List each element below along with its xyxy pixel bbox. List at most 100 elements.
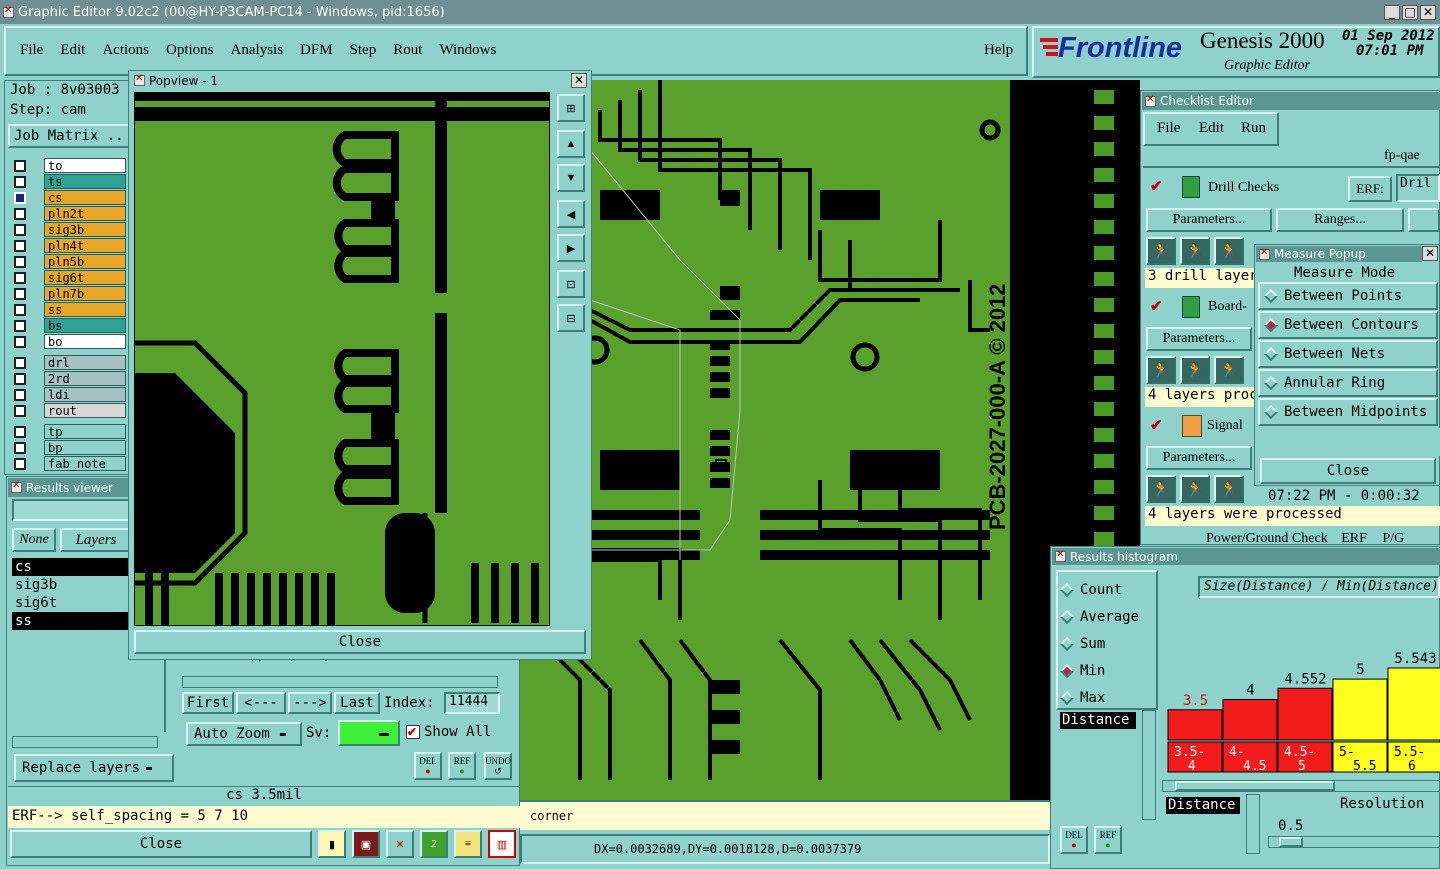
layer-checkbox[interactable] (14, 207, 26, 220)
layer-name[interactable]: ts (44, 174, 126, 189)
run-icon[interactable]: 🏃 (1180, 475, 1210, 503)
close-icon[interactable]: ✕ (1420, 5, 1436, 20)
menu-file[interactable]: File (20, 42, 43, 59)
sv-color-dropdown[interactable]: ▬ (338, 720, 400, 746)
layer-checkbox[interactable] (14, 239, 26, 252)
stat-option-max[interactable]: Max (1059, 684, 1156, 711)
run-icon[interactable]: 🏃 (1214, 475, 1244, 503)
measure-option-annular-ring[interactable]: Annular Ring (1258, 369, 1438, 397)
layer-row-cs[interactable]: cs (12, 190, 126, 205)
checklist-menu-run[interactable]: Run (1241, 120, 1266, 137)
checklist-item-drill[interactable]: Drill Checks (1208, 180, 1279, 196)
layer-row-pln4t[interactable]: pln4t (12, 238, 126, 253)
layer-name[interactable]: cs (44, 190, 126, 205)
results-layer-item[interactable]: ss (12, 612, 130, 630)
results-layer-item[interactable]: cs (12, 558, 130, 576)
run-icon[interactable]: 🏃 (1146, 356, 1176, 384)
results-viewer-filter-field[interactable] (12, 499, 130, 521)
layer-name[interactable]: pln2t (44, 206, 126, 221)
last-button[interactable]: Last (334, 692, 380, 714)
results-layer-item[interactable]: sig6t (12, 594, 130, 612)
layer-row-sig3b[interactable]: sig3b (12, 222, 126, 237)
histogram-list-scrollbar[interactable] (1142, 710, 1156, 820)
erf-value-field[interactable]: Dril (1396, 174, 1440, 202)
layer-checkbox[interactable] (14, 372, 26, 385)
layer-name[interactable]: tp (44, 424, 126, 439)
layer-row-tp[interactable]: tp (12, 424, 126, 439)
layer-name[interactable]: fab_note (44, 456, 126, 471)
popview-close-icon[interactable]: ✕ (571, 73, 587, 88)
layer-checkbox[interactable] (14, 271, 26, 284)
next-button[interactable]: ---> (288, 692, 332, 714)
histogram-bar[interactable] (1332, 678, 1388, 741)
menu-rout[interactable]: Rout (393, 42, 422, 59)
layer-row-drl[interactable]: drl (12, 355, 126, 370)
resolution-slider-thumb[interactable] (1279, 837, 1303, 847)
histogram-list-item[interactable]: Distance (1060, 712, 1136, 729)
layer-checkbox[interactable] (14, 255, 26, 268)
layer-row-2rd[interactable]: 2rd (12, 371, 126, 386)
resolution-slider[interactable] (1268, 836, 1440, 848)
checkmark-icon[interactable]: ✔ (1150, 297, 1163, 316)
layer-row-rout[interactable]: rout (12, 403, 126, 418)
checkmark-icon[interactable]: ✔ (1150, 416, 1163, 435)
checklist-menu-edit[interactable]: Edit (1199, 120, 1224, 137)
pan-right-icon[interactable]: ▶ (557, 234, 585, 262)
layer-name[interactable]: pln5b (44, 254, 126, 269)
run-icon[interactable]: 🏃 (1180, 237, 1210, 265)
replace-layers-dropdown[interactable]: Replace layers ▬ (14, 754, 174, 782)
measure-option-between-points[interactable]: Between Points (1258, 282, 1438, 310)
checkmark-icon[interactable]: ✔ (1150, 177, 1163, 196)
notes-icon[interactable]: ≡ (454, 830, 482, 858)
layer-name[interactable]: pln4t (44, 238, 126, 253)
layer-checkbox[interactable] (14, 441, 26, 454)
histogram-scrollbar[interactable] (1162, 780, 1440, 792)
layer-name[interactable]: to (44, 158, 126, 173)
histogram-bar[interactable] (1222, 699, 1278, 741)
layer-name[interactable]: sig3b (44, 222, 126, 237)
zoom-fit-icon[interactable]: ⊡ (557, 270, 585, 298)
layer-name[interactable]: ldi (44, 387, 126, 402)
zoom-out-icon[interactable]: ⊟ (557, 304, 585, 332)
graphic-canvas[interactable]: PCB-2027-000-A © 2012 (520, 80, 1010, 800)
layer-name[interactable]: pln7b (44, 286, 126, 301)
job-matrix-button[interactable]: Job Matrix .. (8, 124, 132, 148)
layer-row-to[interactable]: to (12, 158, 126, 173)
measure-option-between-midpoints[interactable]: Between Midpoints (1258, 398, 1438, 426)
run-icon[interactable]: 🏃 (1146, 475, 1176, 503)
tool-icon-3[interactable]: ✕ (386, 830, 414, 858)
layer-row-pln5b[interactable]: pln5b (12, 254, 126, 269)
stat-option-sum[interactable]: Sum (1059, 630, 1156, 657)
ref-button[interactable]: REF ● (448, 752, 476, 780)
pan-left-icon[interactable]: ◀ (557, 200, 585, 228)
histogram-bar[interactable] (1277, 687, 1333, 741)
menu-help[interactable]: Help (984, 42, 1013, 59)
layer-row-sig6t[interactable]: sig6t (12, 270, 126, 285)
minimize-icon[interactable]: _ (1384, 5, 1400, 20)
menu-analysis[interactable]: Analysis (231, 42, 284, 59)
checklist-item-board[interactable]: Board- (1208, 299, 1247, 315)
layer-checkbox[interactable] (14, 425, 26, 438)
pan-down-icon[interactable]: ▼ (557, 164, 585, 192)
layer-checkbox[interactable] (14, 191, 26, 204)
run-icon[interactable]: 🏃 (1180, 356, 1210, 384)
first-button[interactable]: First (182, 692, 234, 714)
layer-name[interactable]: sig6t (44, 270, 126, 285)
auto-zoom-dropdown[interactable]: Auto Zoom ▬ (186, 722, 302, 746)
layer-checkbox[interactable] (14, 287, 26, 300)
prev-button[interactable]: <--- (236, 692, 286, 714)
measure-option-between-nets[interactable]: Between Nets (1258, 340, 1438, 368)
menu-edit[interactable]: Edit (60, 42, 85, 59)
tool-icon-2[interactable]: ▣ (352, 830, 380, 858)
results-layer-list[interactable]: cs sig3b sig6t ss (12, 558, 130, 630)
layer-name[interactable]: ss (44, 302, 126, 317)
menu-step[interactable]: Step (350, 42, 377, 59)
run-icon[interactable]: 🏃 (1146, 237, 1176, 265)
del-button[interactable]: DEL ● (414, 752, 442, 780)
layer-name[interactable]: bs (44, 318, 126, 333)
measure-option-between-contours[interactable]: Between Contours (1258, 311, 1438, 339)
menu-actions[interactable]: Actions (102, 42, 149, 59)
histogram-icon[interactable]: ▥ (488, 830, 516, 858)
layer-name[interactable]: rout (44, 403, 126, 418)
layer-checkbox[interactable] (14, 356, 26, 369)
